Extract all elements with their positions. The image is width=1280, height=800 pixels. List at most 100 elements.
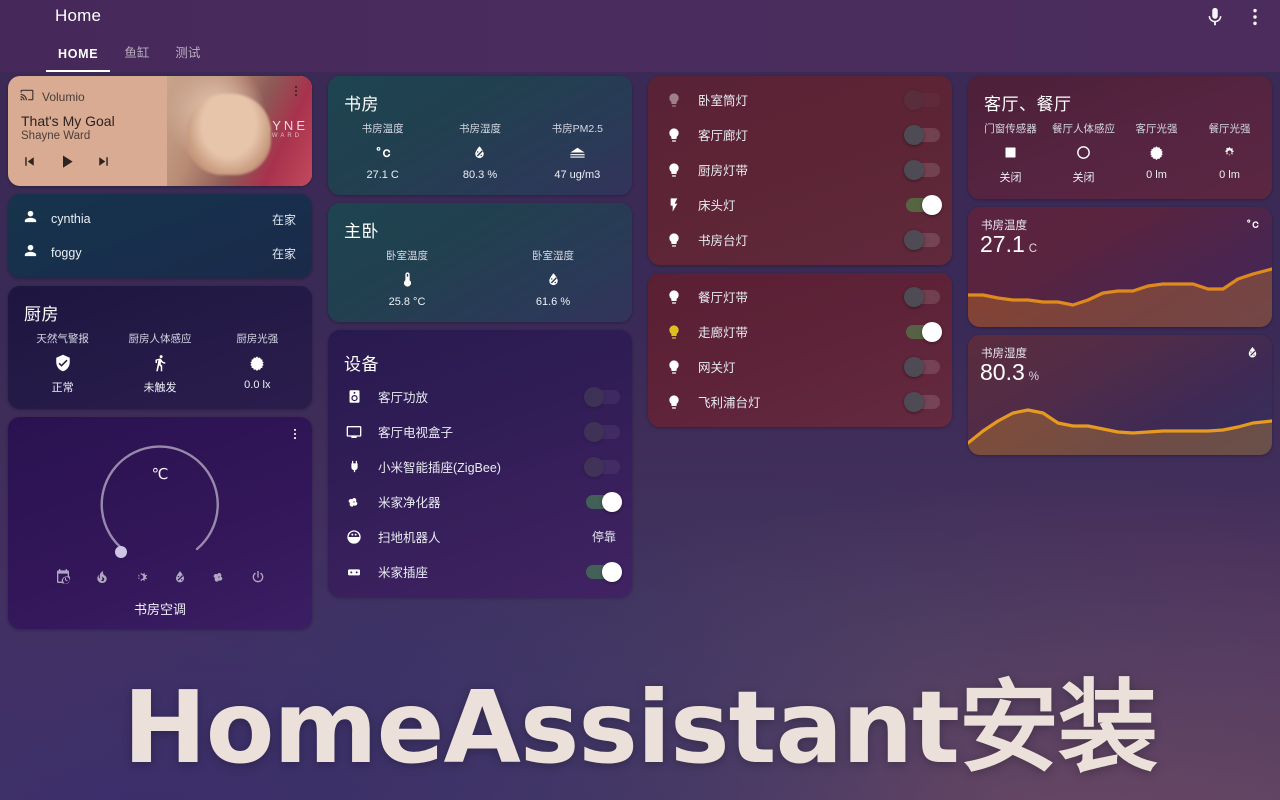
sensor-value: 47 ug/m3 <box>554 169 601 181</box>
toggle-switch[interactable] <box>584 421 620 442</box>
more-vertical-icon[interactable] <box>1244 6 1266 28</box>
study-card: 书房 书房温度 27.1 C 书房湿度 80.3 % 书房PM2.5 47 ug… <box>328 76 632 195</box>
table-row[interactable]: 客厅电视盒子 <box>328 414 632 449</box>
sensor-label: 客厅光强 <box>1135 123 1178 135</box>
entity-name: 卧室筒灯 <box>698 94 749 108</box>
toggle-switch[interactable] <box>586 491 622 512</box>
sensor-kitchen-motion[interactable]: 厨房人体感应 未触发 <box>111 331 208 395</box>
toggle-switch[interactable] <box>904 356 940 377</box>
table-row[interactable]: 床头灯 <box>648 187 952 222</box>
lightbulb-icon <box>662 289 686 305</box>
play-icon[interactable] <box>56 151 77 177</box>
sensor-value: 0 lm <box>1146 169 1167 181</box>
sensor-dining-illuminance[interactable]: 餐厅光强 0 lm <box>1193 121 1266 185</box>
toggle-switch[interactable] <box>586 561 622 582</box>
snowflake-icon[interactable] <box>133 569 149 590</box>
album-art-subtitle: WARD <box>271 133 302 140</box>
table-row[interactable]: 米家插座 <box>328 554 632 589</box>
brightness-low-icon <box>1221 143 1238 162</box>
toggle-switch[interactable] <box>904 124 940 145</box>
sensor-dining-motion[interactable]: 餐厅人体感应 关闭 <box>1047 121 1120 185</box>
toggle-switch[interactable] <box>584 386 620 407</box>
sensor-bedroom-humidity[interactable]: 卧室湿度 61.6 % <box>480 248 626 308</box>
list-item[interactable]: foggy 在家 <box>8 236 312 270</box>
brightness-icon <box>248 353 266 372</box>
tab-test[interactable]: 测试 <box>163 34 212 72</box>
thermostat-unit: ℃ <box>151 466 169 483</box>
microphone-icon[interactable] <box>1204 6 1226 28</box>
skip-next-icon[interactable] <box>95 153 112 175</box>
sensor-bedroom-temperature[interactable]: 卧室温度 25.8 °C <box>334 248 480 308</box>
water-drop-icon <box>545 270 562 289</box>
table-row[interactable]: 客厅廊灯 <box>648 117 952 152</box>
kitchen-card: 厨房 天然气警报 正常 厨房人体感应 未触发 厨房光强 0.0 lx <box>8 286 312 409</box>
toggle-switch[interactable] <box>904 159 940 180</box>
person-name: cynthia <box>51 212 91 226</box>
toggle-switch[interactable] <box>904 229 940 250</box>
table-row[interactable]: 书房台灯 <box>648 222 952 257</box>
sensor-label: 书房PM2.5 <box>551 123 603 135</box>
table-row[interactable]: 餐厅灯带 <box>648 279 952 314</box>
entity-name: 扫地机器人 <box>378 531 441 545</box>
sensor-label: 餐厅光强 <box>1208 123 1251 135</box>
skip-previous-icon[interactable] <box>21 153 38 175</box>
table-row[interactable]: 走廊灯带 <box>648 314 952 349</box>
tab-home[interactable]: HOME <box>46 39 111 72</box>
entity-state: 停靠 <box>591 530 616 544</box>
calendar-clock-icon[interactable] <box>55 569 71 590</box>
fire-icon[interactable] <box>94 569 110 590</box>
celsius-icon <box>1245 217 1260 237</box>
table-row[interactable]: 厨房灯带 <box>648 152 952 187</box>
entity-name: 床头灯 <box>698 199 736 213</box>
entity-name: 客厅电视盒子 <box>378 426 454 440</box>
sensor-living-illuminance[interactable]: 客厅光强 0 lm <box>1120 121 1193 185</box>
lights-primary-card: 卧室筒灯 客厅廊灯 厨房灯带 床头灯 书房台灯 <box>648 76 952 265</box>
sensor-label: 餐厅人体感应 <box>1052 123 1115 135</box>
air-filter-icon <box>568 143 587 162</box>
table-row[interactable]: 小米智能插座(ZigBee) <box>328 449 632 484</box>
card-title: 书房 <box>344 95 379 114</box>
more-vertical-icon[interactable] <box>289 84 303 103</box>
album-art-title: SHAYNE <box>237 117 308 133</box>
toggle-switch[interactable] <box>904 391 940 412</box>
thermostat-dial[interactable]: ℃ <box>8 419 312 567</box>
sensor-kitchen-illuminance[interactable]: 厨房光强 0.0 lx <box>209 331 306 395</box>
study-temperature-graph-card[interactable]: 书房温度 27.1 C <box>968 207 1272 327</box>
table-row[interactable]: 扫地机器人 停靠 <box>328 519 632 554</box>
living-dining-sensors: 门窗传感器 关闭 餐厅人体感应 关闭 客厅光强 0 lm 餐厅光强 0 lm <box>968 119 1272 199</box>
entity-name: 小米智能插座(ZigBee) <box>378 461 501 475</box>
sensor-gas-alarm[interactable]: 天然气警报 正常 <box>14 331 111 395</box>
entity-name: 米家净化器 <box>378 496 441 510</box>
lightbulb-icon <box>662 92 686 108</box>
toggle-switch[interactable] <box>906 321 942 342</box>
celsius-icon <box>374 143 392 162</box>
sensor-study-humidity[interactable]: 书房湿度 80.3 % <box>431 121 528 181</box>
sensor-label: 厨房光强 <box>236 333 279 345</box>
water-percent-icon[interactable] <box>172 569 188 590</box>
table-row[interactable]: 网关灯 <box>648 349 952 384</box>
toggle-switch[interactable] <box>584 456 620 477</box>
sensor-study-temperature[interactable]: 书房温度 27.1 C <box>334 121 431 181</box>
dashboard-column-1: SHAYNE WARD Volumio That's My Goal Shayn… <box>0 72 320 633</box>
sensor-value: 61.6 % <box>535 296 571 308</box>
media-player-card[interactable]: SHAYNE WARD Volumio That's My Goal Shayn… <box>8 76 312 186</box>
study-sensors: 书房温度 27.1 C 书房湿度 80.3 % 书房PM2.5 47 ug/m3 <box>328 119 632 195</box>
toggle-switch[interactable] <box>906 194 942 215</box>
list-item[interactable]: cynthia 在家 <box>8 202 312 236</box>
toggle-switch[interactable] <box>904 89 940 110</box>
thermostat-card[interactable]: ℃ 书房空调 <box>8 417 312 629</box>
table-row[interactable]: 米家净化器 <box>328 484 632 519</box>
sensor-study-pm25[interactable]: 书房PM2.5 47 ug/m3 <box>529 121 626 181</box>
dashboard-grid: SHAYNE WARD Volumio That's My Goal Shayn… <box>0 72 1280 629</box>
card-title: 厨房 <box>24 305 59 324</box>
fan-icon[interactable] <box>211 569 227 590</box>
sensor-door-window[interactable]: 门窗传感器 关闭 <box>974 121 1047 185</box>
table-row[interactable]: 客厅功放 <box>328 379 632 414</box>
study-humidity-graph-card[interactable]: 书房湿度 80.3% <box>968 335 1272 455</box>
table-row[interactable]: 卧室筒灯 <box>648 82 952 117</box>
tab-fish-tank[interactable]: 鱼缸 <box>112 34 161 72</box>
power-icon[interactable] <box>250 569 266 590</box>
persons-card: cynthia 在家 foggy 在家 <box>8 194 312 278</box>
table-row[interactable]: 飞利浦台灯 <box>648 384 952 419</box>
toggle-switch[interactable] <box>904 286 940 307</box>
